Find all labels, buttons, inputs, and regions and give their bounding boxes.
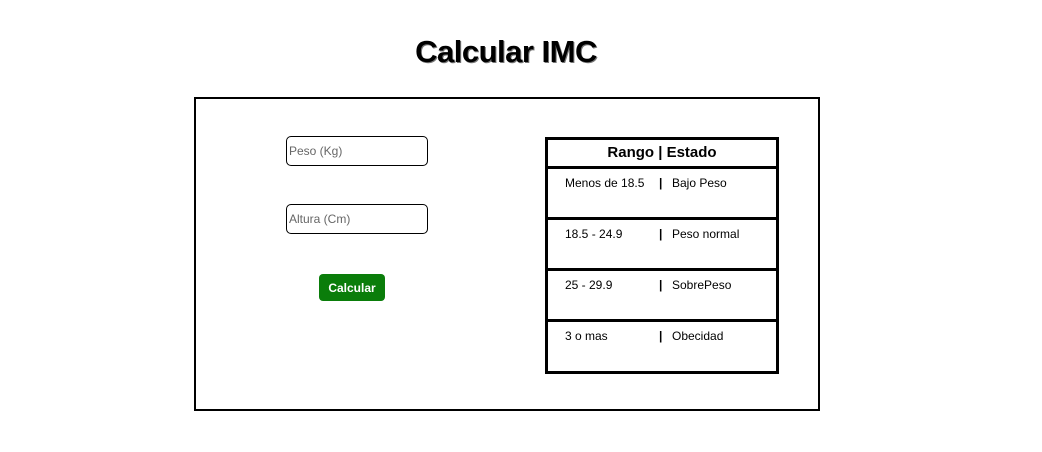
weight-input[interactable] xyxy=(286,136,428,166)
range-cell: Menos de 18.5 xyxy=(565,176,645,190)
imc-calculator-panel: Calcular Rango | Estado Menos de 18.5 | … xyxy=(194,97,820,411)
state-cell: Bajo Peso xyxy=(672,176,727,190)
state-cell: SobrePeso xyxy=(672,278,732,292)
table-row: Menos de 18.5 | Bajo Peso xyxy=(548,169,776,220)
range-cell: 18.5 - 24.9 xyxy=(565,227,623,241)
calculate-button[interactable]: Calcular xyxy=(319,274,385,301)
table-header: Rango | Estado xyxy=(548,140,776,169)
table-row: 18.5 - 24.9 | Peso normal xyxy=(548,220,776,271)
column-separator: | xyxy=(659,176,663,190)
range-cell: 3 o mas xyxy=(565,329,608,343)
bmi-ranges-table: Rango | Estado Menos de 18.5 | Bajo Peso… xyxy=(545,137,779,374)
state-cell: Obecidad xyxy=(672,329,724,343)
column-separator: | xyxy=(659,227,663,241)
page-title: Calcular IMC xyxy=(415,34,597,69)
state-cell: Peso normal xyxy=(672,227,740,241)
table-row: 25 - 29.9 | SobrePeso xyxy=(548,271,776,322)
column-separator: | xyxy=(659,329,663,343)
range-cell: 25 - 29.9 xyxy=(565,278,613,292)
column-separator: | xyxy=(659,278,663,292)
table-row: 3 o mas | Obecidad xyxy=(548,322,776,371)
height-input[interactable] xyxy=(286,204,428,234)
